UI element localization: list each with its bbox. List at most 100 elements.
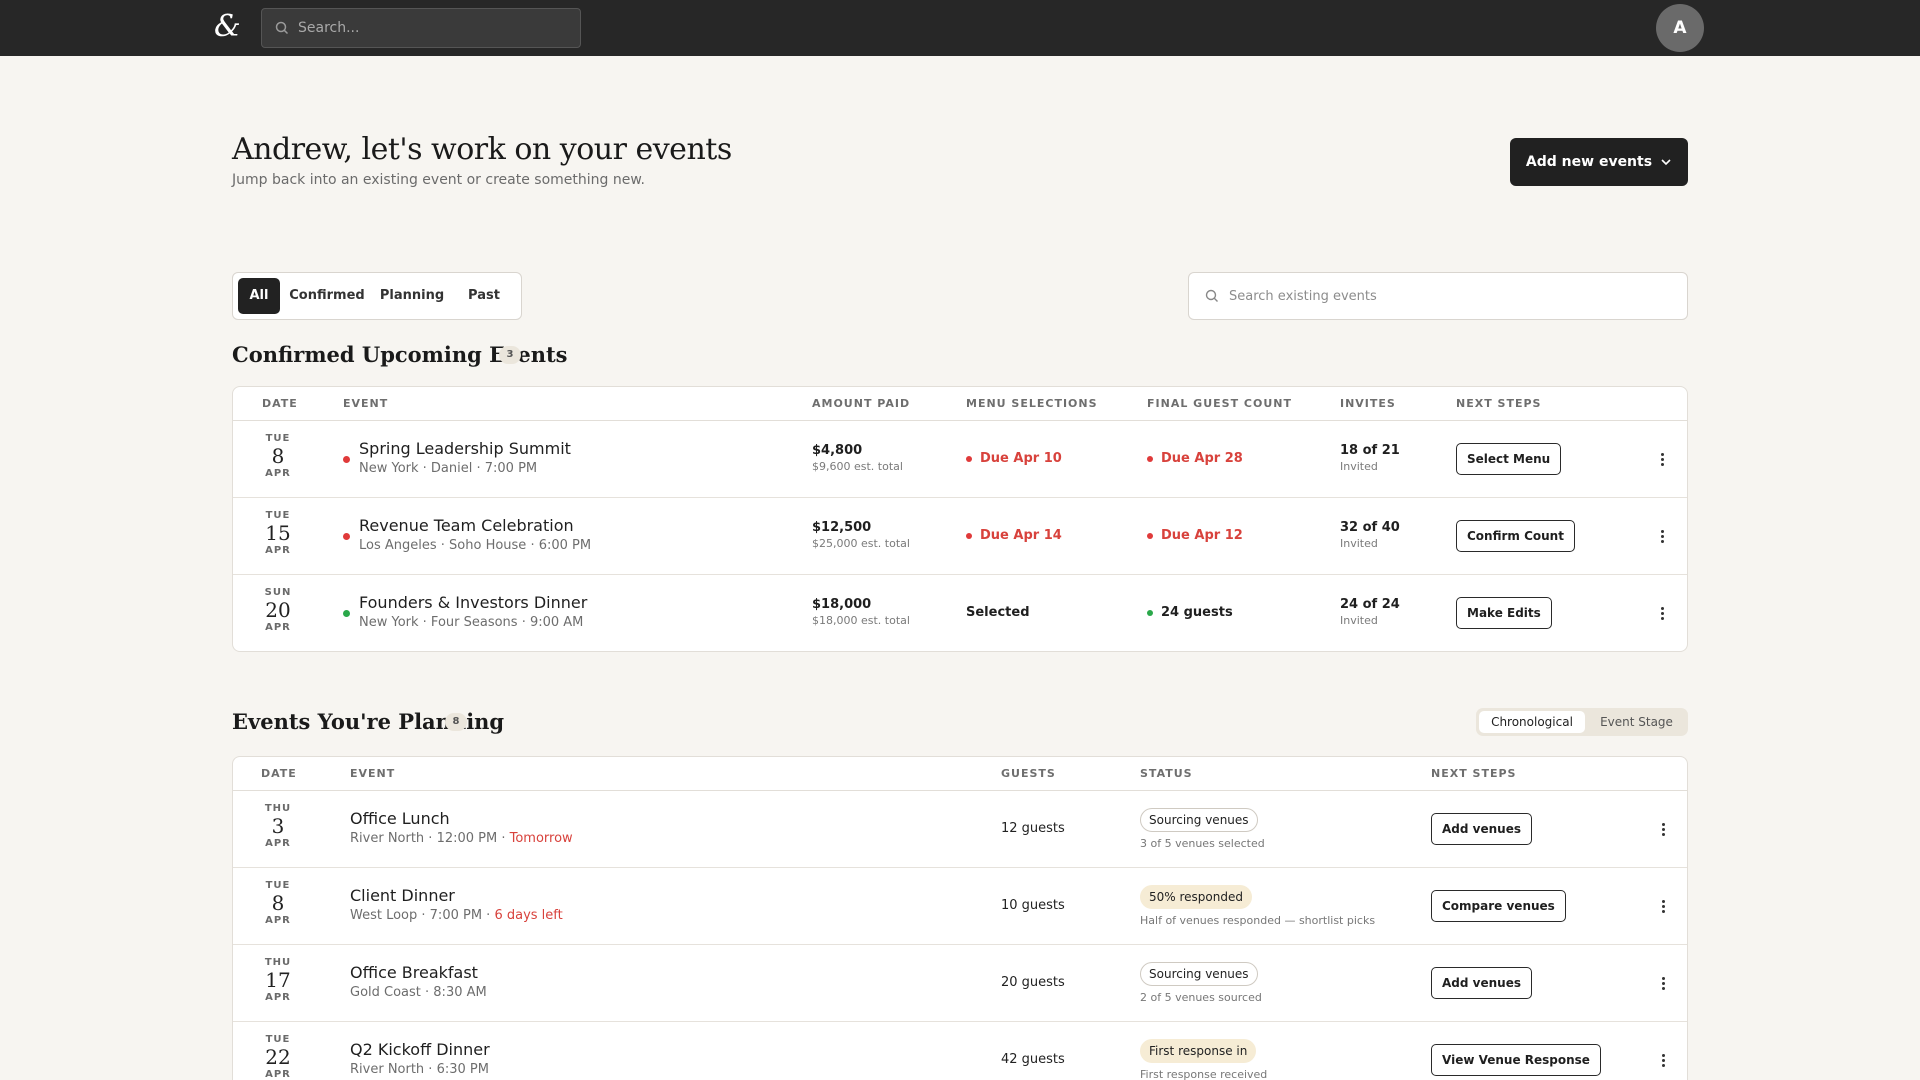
status-detail: First response received: [1140, 1068, 1268, 1080]
status-detail: Half of venues responded — shortlist pic…: [1140, 914, 1376, 927]
table-row[interactable]: THU 17 APR Office Breakfast Gold Coast ·…: [233, 945, 1687, 1022]
event-meta: West Loop · 7:00 PM · 6 days left: [350, 908, 563, 923]
more-options-icon[interactable]: [1653, 603, 1671, 623]
event-name[interactable]: Client Dinner: [350, 886, 455, 905]
guest-count-text: Due Apr 28: [1161, 451, 1243, 466]
menu-due-text: Due Apr 10: [980, 451, 1062, 466]
date-month: APR: [265, 545, 291, 556]
date-day: 8: [271, 444, 285, 468]
planning-events-table: DATE EVENT GUESTS STATUS NEXT STEPS THU …: [232, 756, 1688, 1080]
status-dot: [343, 610, 350, 617]
col-invites: INVITES: [1340, 397, 1396, 410]
planning-count-badge: 8: [445, 713, 467, 731]
event-meta-text: River North · 12:00 PM ·: [350, 831, 510, 846]
amount-est-total: $9,600 est. total: [812, 460, 903, 473]
invites-label: Invited: [1340, 537, 1378, 550]
table-row[interactable]: SUN 20 APR Founders & Investors Dinner N…: [233, 575, 1687, 651]
brand-logo[interactable]: &: [214, 11, 246, 43]
compare-venues-button[interactable]: Compare venues: [1431, 890, 1566, 922]
date-day: 8: [271, 891, 285, 915]
more-options-icon[interactable]: [1653, 449, 1671, 469]
event-name[interactable]: Revenue Team Celebration: [359, 516, 574, 535]
event-search[interactable]: [1188, 272, 1688, 320]
more-options-icon[interactable]: [1653, 526, 1671, 546]
date-month: APR: [265, 838, 291, 849]
table-row[interactable]: TUE 15 APR Revenue Team Celebration Los …: [233, 498, 1687, 575]
more-options-icon[interactable]: [1654, 973, 1672, 993]
event-meta: Gold Coast · 8:30 AM: [350, 985, 487, 1000]
menu-due-text: Due Apr 14: [980, 528, 1062, 543]
event-date: THU 17 APR: [233, 957, 323, 1003]
toggle-event-stage[interactable]: Event Stage: [1588, 711, 1685, 733]
date-month: APR: [265, 468, 291, 479]
event-meta: New York · Daniel · 7:00 PM: [359, 461, 538, 476]
table-row[interactable]: TUE 8 APR Client Dinner West Loop · 7:00…: [233, 868, 1687, 945]
add-venues-button[interactable]: Add venues: [1431, 813, 1532, 845]
guest-count-due: Due Apr 12: [1147, 528, 1243, 543]
event-meta: New York · Four Seasons · 9:00 AM: [359, 615, 584, 630]
invites-value: 24 of 24: [1340, 597, 1400, 612]
amount-est-total: $18,000 est. total: [812, 614, 910, 627]
tab-all[interactable]: All: [238, 278, 280, 314]
event-date: TUE 8 APR: [233, 880, 323, 926]
menu-due: Due Apr 14: [966, 528, 1062, 543]
search-icon: [275, 21, 289, 35]
confirmed-events-table: DATE EVENT AMOUNT PAID MENU SELECTIONS F…: [232, 386, 1688, 652]
page-subtitle: Jump back into an existing event or crea…: [232, 172, 645, 188]
search-icon: [1205, 289, 1218, 302]
event-name[interactable]: Office Lunch: [350, 809, 450, 828]
more-options-icon[interactable]: [1654, 896, 1672, 916]
user-avatar[interactable]: A: [1656, 4, 1704, 52]
toggle-chronological[interactable]: Chronological: [1479, 711, 1585, 733]
sort-toggle: Chronological Event Stage: [1476, 708, 1688, 736]
add-venues-button[interactable]: Add venues: [1431, 967, 1532, 999]
event-name[interactable]: Office Breakfast: [350, 963, 478, 982]
menu-selected: Selected: [966, 605, 1030, 620]
make-edits-button[interactable]: Make Edits: [1456, 597, 1552, 629]
add-new-events-button[interactable]: Add new events: [1510, 138, 1688, 186]
event-meta: Los Angeles · Soho House · 6:00 PM: [359, 538, 592, 553]
date-day: 17: [265, 968, 291, 992]
status-dot: [343, 456, 350, 463]
col-date: DATE: [261, 767, 297, 780]
col-final-guest-count: FINAL GUEST COUNT: [1147, 397, 1292, 410]
more-options-icon[interactable]: [1654, 819, 1672, 839]
guest-count-text: 24 guests: [1161, 605, 1233, 620]
date-weekday: THU: [264, 957, 292, 968]
invites-label: Invited: [1340, 614, 1378, 627]
status-detail: 2 of 5 venues sourced: [1140, 991, 1262, 1004]
table-row[interactable]: TUE 22 APR Q2 Kickoff Dinner River North…: [233, 1022, 1687, 1080]
event-name[interactable]: Q2 Kickoff Dinner: [350, 1040, 490, 1059]
global-search-input[interactable]: [298, 9, 568, 47]
top-bar: & A: [0, 0, 1920, 56]
col-next-steps: NEXT STEPS: [1456, 397, 1542, 410]
status-detail: 3 of 5 venues selected: [1140, 837, 1265, 850]
select-menu-button[interactable]: Select Menu: [1456, 443, 1562, 475]
view-venue-response-button[interactable]: View Venue Response: [1431, 1044, 1601, 1076]
filter-tabs: All Confirmed Planning Past: [232, 272, 522, 320]
event-name[interactable]: Spring Leadership Summit: [359, 439, 571, 458]
event-urgency: 6 days left: [494, 908, 563, 923]
status-badge: Sourcing venues: [1140, 962, 1258, 986]
event-search-input[interactable]: [1229, 273, 1669, 319]
due-dot: [966, 455, 972, 462]
table-row[interactable]: TUE 8 APR Spring Leadership Summit New Y…: [233, 421, 1687, 498]
invites-value: 32 of 40: [1340, 520, 1400, 535]
global-search[interactable]: [261, 8, 581, 48]
tab-planning[interactable]: Planning: [374, 278, 450, 314]
tab-confirmed[interactable]: Confirmed: [286, 278, 368, 314]
event-urgency: Tomorrow: [509, 831, 573, 846]
amount-paid: $12,500 $25,000 est. total: [812, 520, 910, 550]
table-row[interactable]: THU 3 APR Office Lunch River North · 12:…: [233, 791, 1687, 868]
event-name[interactable]: Founders & Investors Dinner: [359, 593, 587, 612]
guest-count-final: 24 guests: [1147, 605, 1233, 620]
guest-count: 20 guests: [1001, 975, 1065, 990]
event-date: TUE 8 APR: [233, 433, 323, 479]
menu-due: Due Apr 10: [966, 451, 1062, 466]
tab-past[interactable]: Past: [456, 278, 512, 314]
confirmed-count-badge: 3: [499, 346, 521, 364]
more-options-icon[interactable]: [1654, 1050, 1672, 1070]
col-date: DATE: [262, 397, 298, 410]
invites: 24 of 24 Invited: [1340, 597, 1400, 627]
confirm-count-button[interactable]: Confirm Count: [1456, 520, 1575, 552]
